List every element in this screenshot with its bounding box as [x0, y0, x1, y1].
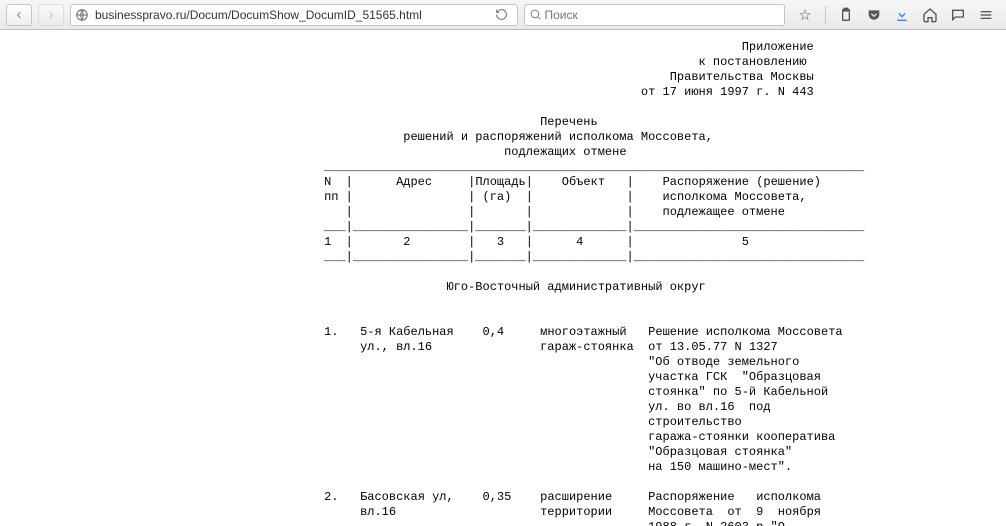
hdr-l4: от 17 июня 1997 г. N 443	[641, 85, 814, 99]
r2-obj1: расширение	[540, 490, 612, 504]
r1-d6: ул. во вл.16 под	[648, 400, 770, 414]
r1-d4: участка ГСК "Образцовая	[648, 370, 821, 384]
r1-num: 1.	[324, 325, 338, 339]
separator	[825, 6, 826, 24]
r2-d1: Распоряжение исполкома	[648, 490, 821, 504]
title-l3: подлежащих отмене	[504, 145, 626, 159]
title-l1: Перечень	[540, 115, 598, 129]
col3: Площадь	[475, 175, 525, 189]
chat-icon[interactable]	[950, 7, 966, 23]
r1-obj1: многоэтажный	[540, 325, 626, 339]
col5c: подлежащее отмене	[663, 205, 785, 219]
r1-d5: стоянка" по 5-й Кабельной	[648, 385, 828, 399]
title-l2: решений и распоряжений исполкома Моссове…	[403, 130, 713, 144]
r1-d3: "Об отводе земельного	[648, 355, 799, 369]
r1-d9: "Образцовая стоянка"	[648, 445, 792, 459]
r1-d8: гаража-стоянки кооператива	[648, 430, 835, 444]
browser-toolbar: ☆	[0, 0, 1006, 30]
arrow-left-icon	[13, 9, 25, 21]
home-icon[interactable]	[922, 7, 938, 23]
reload-icon	[495, 8, 508, 21]
r2-addr1: Басовская ул,	[360, 490, 454, 504]
forward-button[interactable]	[38, 4, 64, 26]
search-bar[interactable]	[524, 4, 785, 26]
r1-d10: на 150 машино-мест".	[648, 460, 792, 474]
section-title: Юго-Восточный административный округ	[446, 280, 705, 294]
num1: 1	[324, 235, 331, 249]
url-input[interactable]	[93, 7, 489, 23]
hdr-l2: к постановлению	[699, 55, 807, 69]
search-input[interactable]	[542, 7, 780, 23]
globe-icon	[75, 8, 89, 22]
menu-icon[interactable]	[978, 7, 994, 23]
address-bar[interactable]	[70, 4, 518, 26]
r2-area: 0,35	[483, 490, 512, 504]
search-icon	[529, 8, 542, 21]
r2-addr2: вл.16	[360, 505, 396, 519]
hdr-l3: Правительства Москвы	[670, 70, 814, 84]
col1: N	[324, 175, 331, 189]
star-icon[interactable]: ☆	[797, 7, 813, 23]
num5: 5	[742, 235, 749, 249]
r1-addr1: 5-я Кабельная	[360, 325, 454, 339]
arrow-right-icon	[45, 9, 57, 21]
r1-addr2: ул., вл.16	[360, 340, 432, 354]
download-icon[interactable]	[894, 7, 910, 23]
col1b: пп	[324, 190, 338, 204]
num4: 4	[576, 235, 583, 249]
col5a: Распоряжение (решение)	[663, 175, 821, 189]
col5b: исполкома Моссовета,	[663, 190, 807, 204]
reload-button[interactable]	[489, 8, 513, 21]
r1-area: 0,4	[483, 325, 505, 339]
clipboard-icon[interactable]	[838, 7, 854, 23]
r1-obj2: гараж-стоянка	[540, 340, 634, 354]
num3: 3	[497, 235, 504, 249]
hdr-l1: Приложение	[742, 40, 814, 54]
page-content: Приложение к постановлению	[0, 30, 1006, 526]
r2-d2: Моссовета от 9 ноября	[648, 505, 821, 519]
num2: 2	[403, 235, 410, 249]
r2-obj2: территории	[540, 505, 612, 519]
r1-d2: от 13.05.77 N 1327	[648, 340, 778, 354]
document-body: Приложение к постановлению	[0, 30, 1006, 526]
toolbar-icons: ☆	[791, 6, 1000, 24]
r2-num: 2.	[324, 490, 338, 504]
r1-d1: Решение исполкома Моссовета	[648, 325, 842, 339]
pocket-icon[interactable]	[866, 7, 882, 23]
r2-d3: 1988 г. N 2603-р "О	[648, 520, 785, 526]
r1-d7: строительство	[648, 415, 742, 429]
back-button[interactable]	[6, 4, 32, 26]
col4: Объект	[562, 175, 605, 189]
col2: Адрес	[396, 175, 432, 189]
col3b: (га)	[483, 190, 512, 204]
